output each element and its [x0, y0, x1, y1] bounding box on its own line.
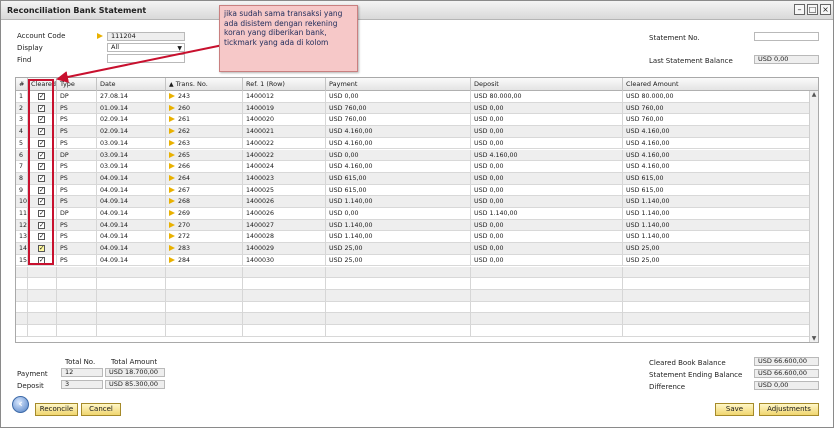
back-arrow-icon[interactable]: ‹ [12, 396, 29, 413]
difference-field: USD 0,00 [754, 381, 819, 390]
cleared-book-balance-field: USD 66.600,00 [754, 357, 819, 366]
total-no-label: Total No. [65, 358, 96, 366]
cleared-book-balance-label: Cleared Book Balance [649, 359, 726, 367]
adjustments-button[interactable]: Adjustments [759, 403, 819, 416]
total-amount-label: Total Amount [111, 358, 158, 366]
deposit-summary-label: Deposit [17, 382, 44, 390]
cancel-button[interactable]: Cancel [81, 403, 121, 416]
reconcile-button[interactable]: Reconcile [35, 403, 78, 416]
difference-label: Difference [649, 383, 686, 391]
reconciliation-window: Reconciliation Bank Statement – □ × Acco… [0, 0, 834, 428]
statement-ending-balance-label: Statement Ending Balance [649, 371, 743, 379]
payment-summary-label: Payment [17, 370, 48, 378]
deposit-amount-field: USD 85.300,00 [105, 380, 165, 389]
statement-ending-balance-field: USD 66.600,00 [754, 369, 819, 378]
deposit-count-field: 3 [61, 380, 103, 389]
save-button[interactable]: Save [715, 403, 754, 416]
payment-count-field: 12 [61, 368, 103, 377]
payment-amount-field: USD 18.700,00 [105, 368, 165, 377]
instruction-callout: jika sudah sama transaksi yang ada disis… [219, 5, 358, 72]
